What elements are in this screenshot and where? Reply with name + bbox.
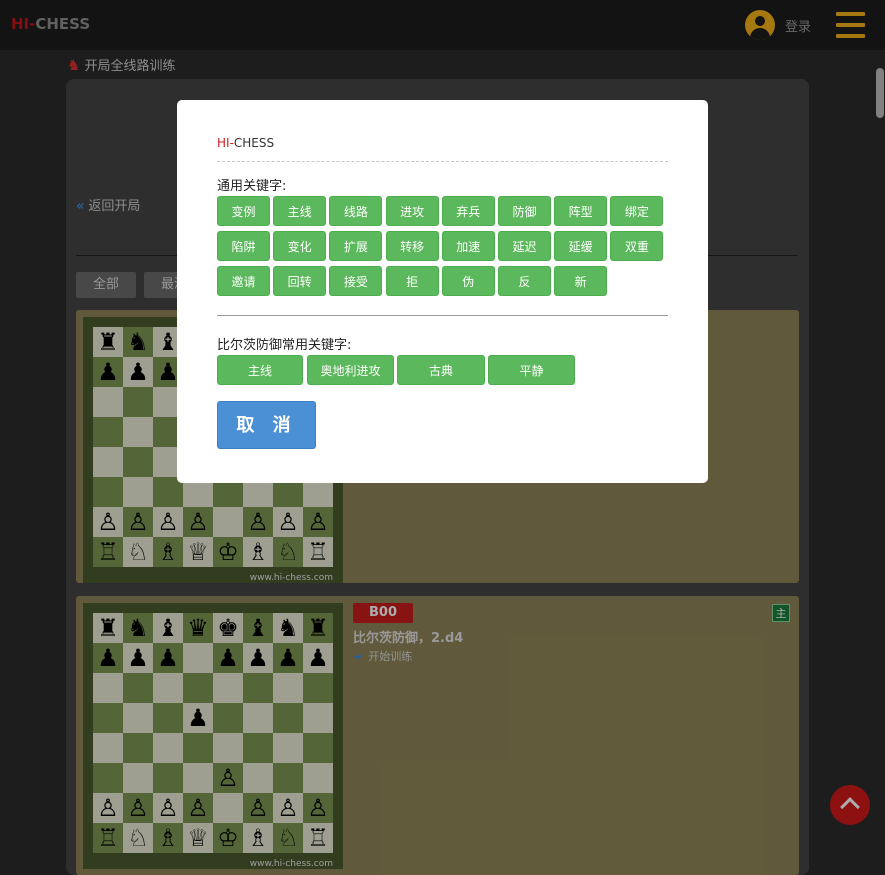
- cancel-button[interactable]: 取 消: [217, 401, 316, 449]
- dialog-title-hi: HI-: [217, 136, 234, 150]
- keyword-button[interactable]: 古典: [397, 355, 485, 385]
- keyword-button[interactable]: 转移: [385, 231, 439, 261]
- keyword-button[interactable]: 延缓: [554, 231, 608, 261]
- keyword-button[interactable]: 弃兵: [441, 196, 495, 226]
- keyword-button[interactable]: 主线: [273, 196, 327, 226]
- keyword-button[interactable]: 双重: [610, 231, 664, 261]
- keyword-button[interactable]: 扩展: [329, 231, 383, 261]
- section-divider: [217, 315, 668, 316]
- keyword-button[interactable]: 进攻: [385, 196, 439, 226]
- keyword-button[interactable]: 线路: [329, 196, 383, 226]
- keyword-button[interactable]: 新: [554, 266, 608, 296]
- keyword-button[interactable]: 变化: [273, 231, 327, 261]
- keyword-button[interactable]: 延迟: [498, 231, 551, 261]
- keyword-button[interactable]: 反: [498, 266, 551, 296]
- keyword-filter-dialog: HI-CHESS 通用关键字: 比尔茨防御常用关键字: 取 消 变例 主线 线路 进攻…: [177, 100, 708, 483]
- keyword-button[interactable]: 绑定: [610, 196, 664, 226]
- dashed-divider: [217, 161, 668, 162]
- keyword-button[interactable]: 拒: [385, 266, 439, 296]
- keyword-button[interactable]: 回转: [273, 266, 327, 296]
- general-keywords-label: 通用关键字:: [217, 179, 287, 194]
- specific-keywords-label: 比尔茨防御常用关键字:: [217, 338, 352, 353]
- keyword-button[interactable]: 变例: [217, 196, 270, 226]
- keyword-button[interactable]: 主线: [217, 355, 303, 385]
- dialog-title-chess: CHESS: [233, 136, 275, 150]
- keyword-button[interactable]: 加速: [441, 231, 495, 261]
- keyword-button[interactable]: 陷阱: [217, 231, 270, 261]
- keyword-button[interactable]: 伪: [441, 266, 495, 296]
- keyword-button[interactable]: 阵型: [554, 196, 608, 226]
- keyword-button[interactable]: 邀请: [217, 266, 270, 296]
- keyword-button[interactable]: 平静: [488, 355, 575, 385]
- keyword-button[interactable]: 接受: [329, 266, 383, 296]
- keyword-button[interactable]: 奥地利进攻: [307, 355, 394, 385]
- keyword-button[interactable]: 防御: [498, 196, 551, 226]
- dialog-title: HI-CHESS: [217, 136, 274, 150]
